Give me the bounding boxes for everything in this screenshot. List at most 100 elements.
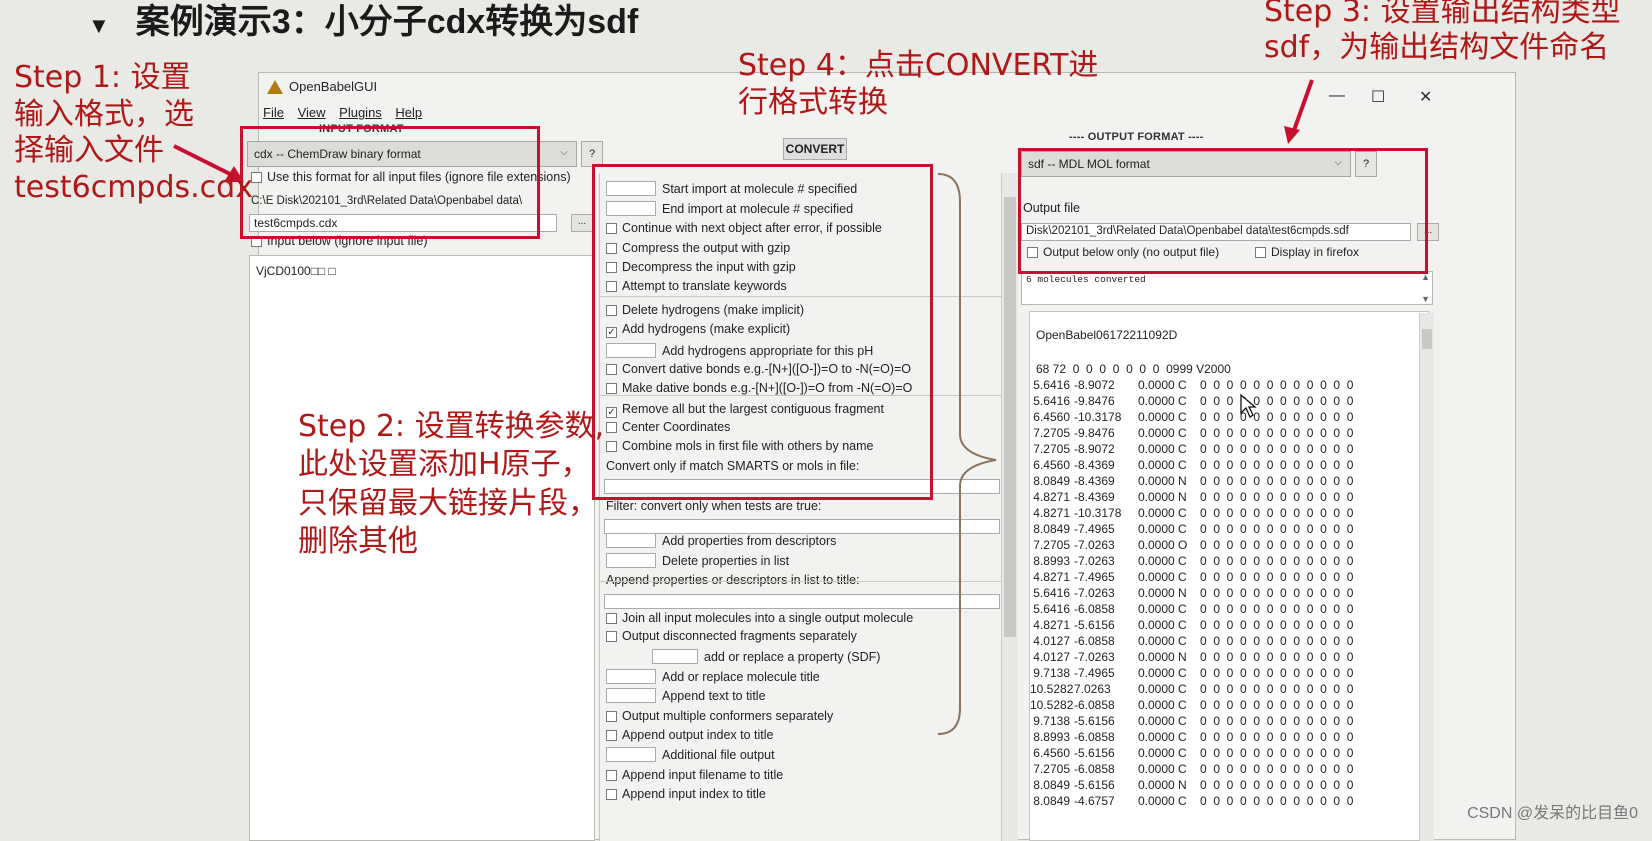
mouse-cursor-icon bbox=[1240, 393, 1257, 418]
atom-z-element: 0.0000 N bbox=[1138, 650, 1187, 664]
atom-x: 4.8271 bbox=[1033, 618, 1070, 632]
atom-z-element: 0.0000 C bbox=[1138, 714, 1187, 728]
option-input-box[interactable] bbox=[606, 747, 656, 762]
option-row-23[interactable]: Output disconnected fragments separately bbox=[606, 629, 857, 643]
output-scrollbar-thumb[interactable] bbox=[1422, 329, 1432, 349]
atom-flags: 0 0 0 0 0 0 0 0 0 0 0 0 bbox=[1200, 538, 1354, 552]
menu-help[interactable]: Help bbox=[395, 105, 422, 120]
annotation-box-options bbox=[592, 164, 933, 500]
option-row-19[interactable]: Delete properties in list bbox=[606, 553, 789, 568]
minimize-button[interactable]: — bbox=[1329, 87, 1345, 105]
option-input-box[interactable] bbox=[652, 649, 698, 664]
atom-z-element: 0.0000 C bbox=[1138, 426, 1187, 440]
atom-x: 4.0127 bbox=[1033, 650, 1070, 664]
atom-x: 4.0127 bbox=[1033, 634, 1070, 648]
atom-x: 5.6416 bbox=[1033, 602, 1070, 616]
step2-annotation: Step 2: 设置转换参数, 此处设置添加H原子，只保留最大链接片段，删除其他 bbox=[298, 409, 605, 560]
option-row-30[interactable]: Append input filename to title bbox=[606, 768, 783, 782]
atom-z-element: 0.0000 C bbox=[1138, 666, 1187, 680]
atom-x: 6.4560 bbox=[1033, 746, 1070, 760]
atom-z-element: 0.0000 C bbox=[1138, 522, 1187, 536]
close-button[interactable]: ✕ bbox=[1419, 87, 1432, 107]
checkbox-icon bbox=[606, 631, 617, 642]
atom-z-element: 0.0000 C bbox=[1138, 394, 1187, 408]
option-row-28[interactable]: Append output index to title bbox=[606, 728, 774, 742]
option-row-27[interactable]: Output multiple conformers separately bbox=[606, 709, 833, 723]
atom-flags: 0 0 0 0 0 0 0 0 0 0 0 0 bbox=[1200, 378, 1354, 392]
atom-x: 5.6416 bbox=[1033, 394, 1070, 408]
atom-flags: 0 0 0 0 0 0 0 0 0 0 0 0 bbox=[1200, 554, 1354, 568]
atom-flags: 0 0 0 0 0 0 0 0 0 0 0 0 bbox=[1200, 602, 1354, 616]
arrow-step3-icon bbox=[1284, 79, 1314, 144]
option-row-31[interactable]: Append input index to title bbox=[606, 787, 766, 801]
atom-z-element: 0.0000 C bbox=[1138, 554, 1187, 568]
option-row-25[interactable]: Add or replace molecule title bbox=[606, 669, 820, 684]
atom-flags: 0 0 0 0 0 0 0 0 0 0 0 0 bbox=[1200, 506, 1354, 520]
annotation-box-output bbox=[1018, 148, 1428, 274]
step1-annotation: Step 1: 设置输入格式，选择输入文件test6cmpds.cdx bbox=[14, 60, 253, 205]
menu-view[interactable]: View bbox=[298, 105, 326, 120]
atom-z-element: 0.0000 O bbox=[1138, 538, 1188, 552]
atom-flags: 0 0 0 0 0 0 0 0 0 0 0 0 bbox=[1200, 794, 1354, 808]
scroll-down-icon[interactable]: ▼ bbox=[1421, 294, 1430, 304]
atom-x: 10.5282 bbox=[1030, 698, 1074, 712]
option-row-24[interactable]: add or replace a property (SDF) bbox=[606, 649, 880, 664]
atom-x: 8.0849 bbox=[1033, 794, 1070, 808]
atom-flags: 0 0 0 0 0 0 0 0 0 0 0 0 bbox=[1200, 618, 1354, 632]
atom-z-element: 0.0000 C bbox=[1138, 602, 1187, 616]
atom-y: -10.3178 bbox=[1074, 506, 1122, 520]
atom-y: -7.4965 bbox=[1074, 522, 1115, 536]
atom-z-element: 0.0000 C bbox=[1138, 682, 1187, 696]
menu-plugins[interactable]: Plugins bbox=[339, 105, 382, 120]
atom-y: -7.4965 bbox=[1074, 570, 1115, 584]
option-row-18[interactable]: Add properties from descriptors bbox=[606, 533, 836, 548]
convert-button[interactable]: CONVERT bbox=[783, 138, 847, 160]
atom-y: -5.6156 bbox=[1074, 778, 1115, 792]
atom-z-element: 0.0000 C bbox=[1138, 746, 1187, 760]
atom-z-element: 0.0000 C bbox=[1138, 730, 1187, 744]
atom-y: -8.9072 bbox=[1074, 442, 1115, 456]
option-input-box[interactable] bbox=[606, 669, 656, 684]
option-input-box[interactable] bbox=[606, 688, 656, 703]
menu-file[interactable]: File bbox=[263, 105, 284, 120]
atom-z-element: 0.0000 C bbox=[1138, 794, 1187, 808]
atom-x: 8.0849 bbox=[1033, 474, 1070, 488]
atom-y: -4.6757 bbox=[1074, 794, 1115, 808]
option-row-20: Append properties or descriptors in list… bbox=[606, 573, 860, 587]
output-scrollbar[interactable] bbox=[1419, 313, 1434, 841]
atom-z-element: 0.0000 C bbox=[1138, 570, 1187, 584]
output-text-area[interactable]: OpenBabel06172211092D 68 72 0 0 0 0 0 0 … bbox=[1029, 311, 1429, 841]
atom-x: 4.8271 bbox=[1033, 506, 1070, 520]
csdn-watermark: CSDN @发呆的比目鱼0 bbox=[1467, 805, 1638, 822]
maximize-button[interactable]: ☐ bbox=[1371, 87, 1385, 107]
atom-y: -5.6156 bbox=[1074, 746, 1115, 760]
option-row-29[interactable]: Additional file output bbox=[606, 747, 775, 762]
option-row-22[interactable]: Join all input molecules into a single o… bbox=[606, 611, 913, 625]
atom-flags: 0 0 0 0 0 0 0 0 0 0 0 0 bbox=[1200, 426, 1354, 440]
atom-x: 9.7138 bbox=[1033, 666, 1070, 680]
atom-y: -8.4369 bbox=[1074, 474, 1115, 488]
atom-y: -7.4965 bbox=[1074, 666, 1115, 680]
option-label: Append text to title bbox=[662, 689, 766, 703]
atom-y: -5.6156 bbox=[1074, 714, 1115, 728]
atom-z-element: 0.0000 C bbox=[1138, 378, 1187, 392]
slide-title: ▼ 案例演示3：小分子cdx转换为sdf bbox=[88, 0, 638, 43]
chevron-down-icon: ⌵ bbox=[560, 147, 568, 158]
atom-z-element: 0.0000 C bbox=[1138, 762, 1187, 776]
atom-z-element: 0.0000 N bbox=[1138, 586, 1187, 600]
atom-flags: 0 0 0 0 0 0 0 0 0 0 0 0 bbox=[1200, 586, 1354, 600]
atom-flags: 0 0 0 0 0 0 0 0 0 0 0 0 bbox=[1200, 698, 1354, 712]
option-label: Add or replace molecule title bbox=[662, 670, 820, 684]
atom-x: 7.2705 bbox=[1033, 426, 1070, 440]
atom-x: 10.5282 bbox=[1030, 682, 1074, 696]
atom-flags: 0 0 0 0 0 0 0 0 0 0 0 0 bbox=[1200, 410, 1354, 424]
atom-x: 8.8993 bbox=[1033, 730, 1070, 744]
atom-z-element: 0.0000 N bbox=[1138, 490, 1187, 504]
option-row-26[interactable]: Append text to title bbox=[606, 688, 766, 703]
atom-y: -6.0858 bbox=[1074, 698, 1115, 712]
input-browse-button[interactable]: ... bbox=[571, 214, 593, 232]
atom-flags: 0 0 0 0 0 0 0 0 0 0 0 0 bbox=[1200, 714, 1354, 728]
bullet-icon: ▼ bbox=[88, 13, 110, 38]
atom-y: -8.4369 bbox=[1074, 490, 1115, 504]
step3-annotation: Step 3: 设置输出结构类型sdf，为输出结构文件命名 bbox=[1264, 0, 1621, 65]
